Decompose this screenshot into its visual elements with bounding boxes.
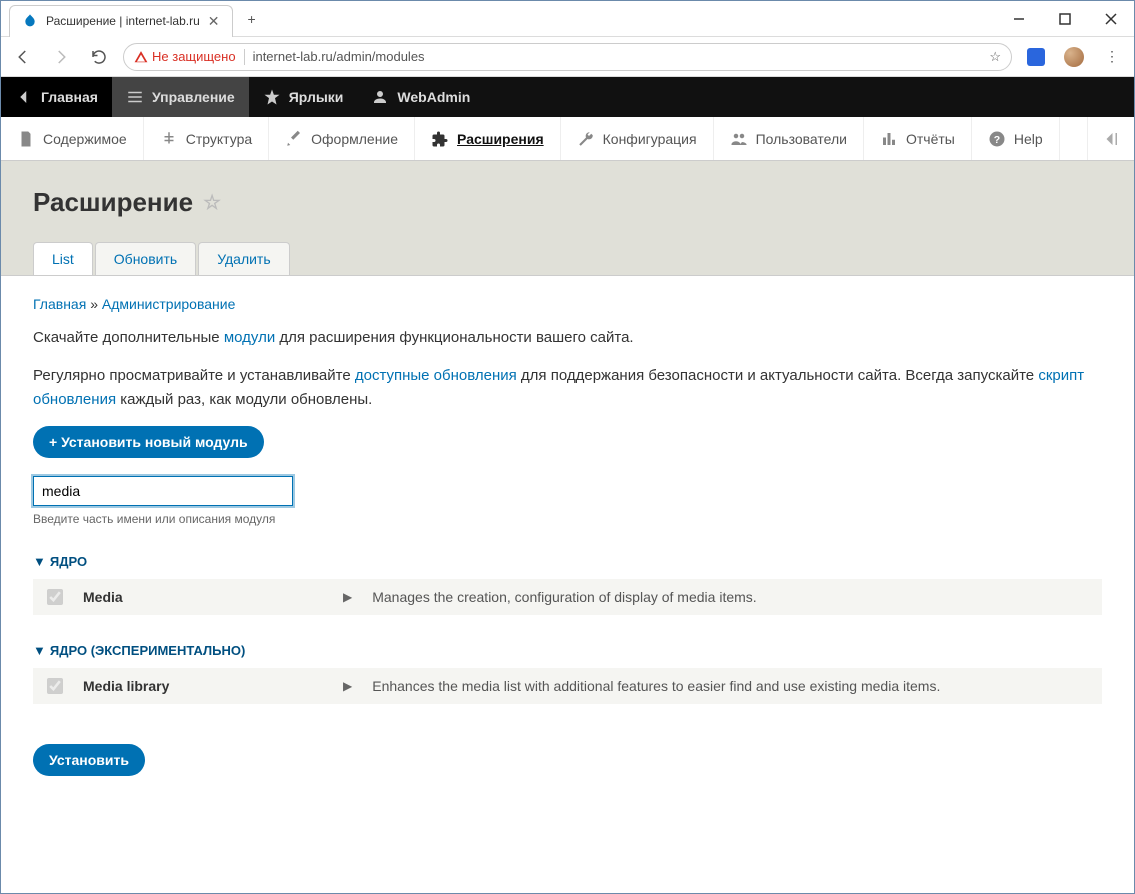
- section-core-experimental[interactable]: ▼ ЯДРО (ЭКСПЕРИМЕНТАЛЬНО): [33, 643, 1102, 658]
- address-bar[interactable]: Не защищено internet-lab.ru/admin/module…: [123, 43, 1012, 71]
- toolbar-home[interactable]: Главная: [1, 77, 112, 117]
- filter-input[interactable]: [33, 476, 293, 506]
- minimize-button[interactable]: [996, 4, 1042, 34]
- toolbar-user[interactable]: WebAdmin: [357, 77, 484, 117]
- toolbar-home-label: Главная: [41, 89, 98, 105]
- tab-uninstall[interactable]: Удалить: [198, 242, 289, 275]
- breadcrumb-admin[interactable]: Администрирование: [102, 296, 236, 312]
- tab-title: Расширение | internet-lab.ru: [46, 14, 200, 28]
- install-new-module-button[interactable]: + Установить новый модуль: [33, 426, 264, 458]
- link-modules[interactable]: модули: [224, 329, 275, 346]
- section-core[interactable]: ▼ ЯДРО: [33, 554, 1102, 569]
- local-tabs: List Обновить Удалить: [33, 242, 1102, 275]
- back-button[interactable]: [9, 43, 37, 71]
- user-icon: [371, 88, 389, 106]
- tab-list[interactable]: List: [33, 242, 93, 275]
- close-window-button[interactable]: [1088, 4, 1134, 34]
- filter-block: Введите часть имени или описания модуля: [33, 476, 1102, 526]
- brush-icon: [285, 130, 303, 148]
- expand-icon[interactable]: ▶: [343, 590, 352, 604]
- module-media-library-checkbox[interactable]: [47, 678, 63, 694]
- page-header: Расширение ☆ List Обновить Удалить: [1, 161, 1134, 276]
- module-media-name: Media: [83, 589, 323, 605]
- install-button[interactable]: Установить: [33, 744, 145, 776]
- not-secure-badge: Не защищено: [134, 49, 236, 64]
- help-icon: ?: [988, 130, 1006, 148]
- maximize-button[interactable]: [1042, 4, 1088, 34]
- reload-button[interactable]: [85, 43, 113, 71]
- warning-icon: [134, 50, 148, 64]
- menu-content[interactable]: Содержимое: [1, 117, 144, 160]
- menu-help[interactable]: ?Help: [972, 117, 1060, 160]
- browser-toolbar: Не защищено internet-lab.ru/admin/module…: [1, 37, 1134, 77]
- bookmark-icon[interactable]: ☆: [989, 49, 1001, 65]
- module-media: Media ▶ Manages the creation, configurat…: [33, 579, 1102, 615]
- wrench-icon: [577, 130, 595, 148]
- module-media-library-desc: Enhances the media list with additional …: [372, 678, 940, 694]
- svg-text:?: ?: [994, 133, 1000, 145]
- intro-2: Регулярно просматривайте и устанавливайт…: [33, 364, 1102, 412]
- window-titlebar: Расширение | internet-lab.ru ✕ +: [1, 1, 1134, 37]
- star-icon: [263, 88, 281, 106]
- file-icon: [17, 130, 35, 148]
- profile-avatar[interactable]: [1060, 43, 1088, 71]
- page-title: Расширение ☆: [33, 187, 1102, 218]
- toolbar-user-label: WebAdmin: [397, 89, 470, 105]
- collapse-icon: [1102, 130, 1120, 148]
- toolbar-shortcuts[interactable]: Ярлыки: [249, 77, 358, 117]
- tab-update[interactable]: Обновить: [95, 242, 196, 275]
- module-media-library-name: Media library: [83, 678, 323, 694]
- favorite-star-icon[interactable]: ☆: [203, 190, 221, 215]
- expand-icon[interactable]: ▶: [343, 679, 352, 693]
- menu-extend[interactable]: Расширения: [415, 117, 561, 160]
- intro-1: Скачайте дополнительные модули для расши…: [33, 326, 1102, 350]
- toolbar-manage-label: Управление: [152, 89, 235, 105]
- forward-button[interactable]: [47, 43, 75, 71]
- module-media-checkbox[interactable]: [47, 589, 63, 605]
- breadcrumb-home[interactable]: Главная: [33, 296, 86, 312]
- tree-icon: [160, 130, 178, 148]
- menu-structure[interactable]: Структура: [144, 117, 269, 160]
- browser-tab[interactable]: Расширение | internet-lab.ru ✕: [9, 5, 233, 37]
- chart-icon: [880, 130, 898, 148]
- menu-people[interactable]: Пользователи: [714, 117, 864, 160]
- menu-icon[interactable]: ⋮: [1098, 43, 1126, 71]
- module-media-library: Media library ▶ Enhances the media list …: [33, 668, 1102, 704]
- menu-reports[interactable]: Отчёты: [864, 117, 972, 160]
- people-icon: [730, 130, 748, 148]
- new-tab-button[interactable]: +: [239, 6, 265, 32]
- filter-description: Введите часть имени или описания модуля: [33, 512, 1102, 526]
- not-secure-label: Не защищено: [152, 49, 236, 64]
- drupal-toolbar: Главная Управление Ярлыки WebAdmin: [1, 77, 1134, 117]
- url-text: internet-lab.ru/admin/modules: [253, 49, 425, 64]
- toolbar-manage[interactable]: Управление: [112, 77, 249, 117]
- module-media-desc: Manages the creation, configuration of d…: [372, 589, 756, 605]
- hamburger-icon: [126, 88, 144, 106]
- toolbar-shortcuts-label: Ярлыки: [289, 89, 344, 105]
- chevron-left-icon: [15, 88, 33, 106]
- breadcrumb: Главная » Администрирование: [33, 296, 1102, 312]
- puzzle-icon: [431, 130, 449, 148]
- window-controls: [996, 4, 1134, 34]
- separator: [244, 49, 245, 65]
- menu-appearance[interactable]: Оформление: [269, 117, 415, 160]
- link-updates[interactable]: доступные обновления: [355, 367, 517, 384]
- menu-config[interactable]: Конфигурация: [561, 117, 714, 160]
- close-icon[interactable]: ✕: [208, 13, 220, 30]
- extension-icon[interactable]: [1022, 43, 1050, 71]
- drupal-icon: [22, 13, 38, 29]
- page-content: Главная » Администрирование Скачайте доп…: [1, 276, 1134, 796]
- admin-menu: Содержимое Структура Оформление Расширен…: [1, 117, 1134, 161]
- menu-collapse[interactable]: [1087, 117, 1134, 160]
